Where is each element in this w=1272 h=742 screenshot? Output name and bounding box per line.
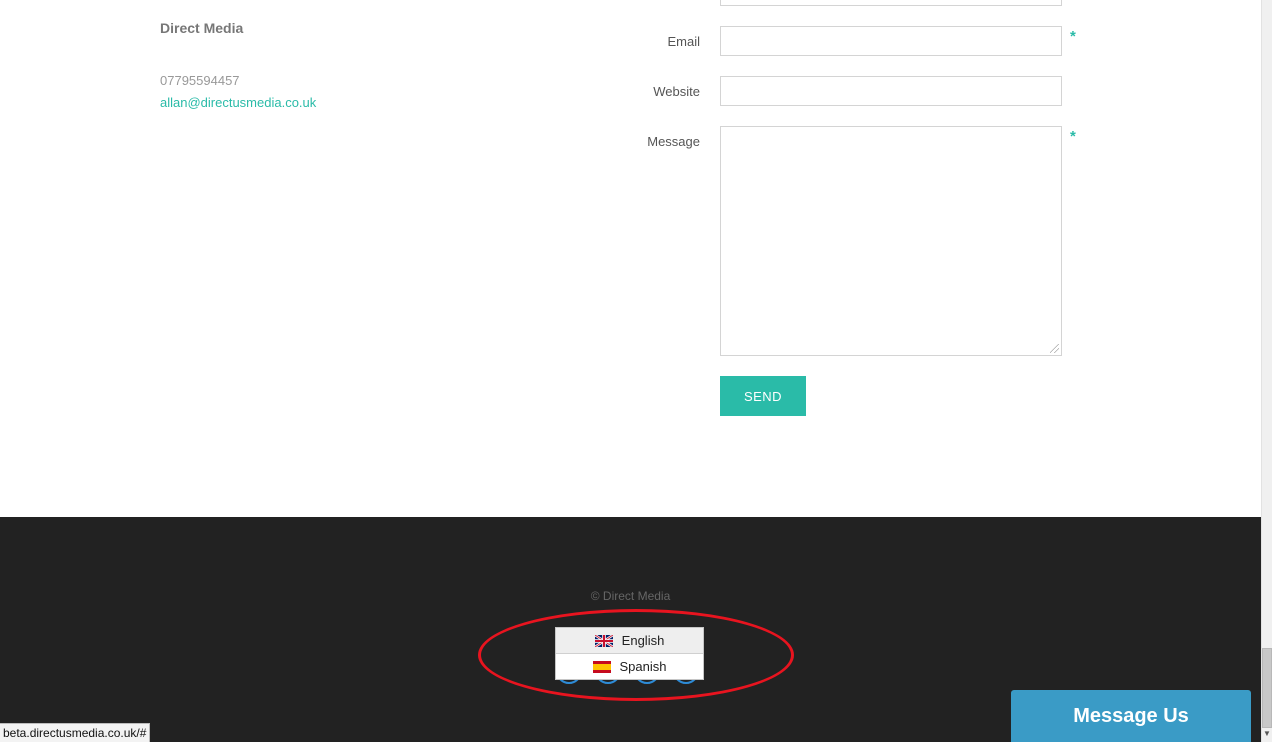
page: Direct Media 07795594457 allan@directusm… [0, 0, 1272, 742]
email-label: Email [667, 34, 700, 49]
scrollbar-thumb[interactable] [1262, 648, 1272, 728]
message-label: Message [647, 134, 700, 149]
uk-flag-icon [594, 634, 613, 647]
copyright-text: © Direct Media [590, 589, 671, 603]
website-label: Website [653, 84, 700, 99]
status-bar-url: beta.directusmedia.co.uk/# [0, 723, 151, 742]
name-field-partial[interactable] [720, 0, 1062, 6]
language-label-spanish: Spanish [619, 659, 667, 674]
email-field[interactable] [720, 26, 1062, 56]
spain-flag-icon [592, 660, 611, 673]
email-link[interactable]: allan@directusmedia.co.uk [160, 95, 316, 110]
email-required-marker: * [1070, 28, 1076, 45]
message-us-button[interactable]: Message Us [1011, 690, 1251, 742]
language-menu: English Spanish [555, 627, 704, 680]
language-option-spanish[interactable]: Spanish [556, 654, 703, 679]
message-field[interactable] [720, 126, 1062, 356]
language-option-english[interactable]: English [556, 628, 703, 654]
scroll-down-arrow-icon[interactable]: ▼ [1263, 729, 1271, 738]
company-name: Direct Media [160, 20, 244, 36]
language-label-english: English [621, 633, 665, 648]
phone-number: 07795594457 [160, 73, 240, 88]
message-required-marker: * [1070, 128, 1076, 145]
resize-grip-icon[interactable] [1050, 344, 1059, 353]
scrollbar-track[interactable] [1261, 0, 1272, 742]
website-field[interactable] [720, 76, 1062, 106]
send-button[interactable]: SEND [720, 376, 806, 416]
